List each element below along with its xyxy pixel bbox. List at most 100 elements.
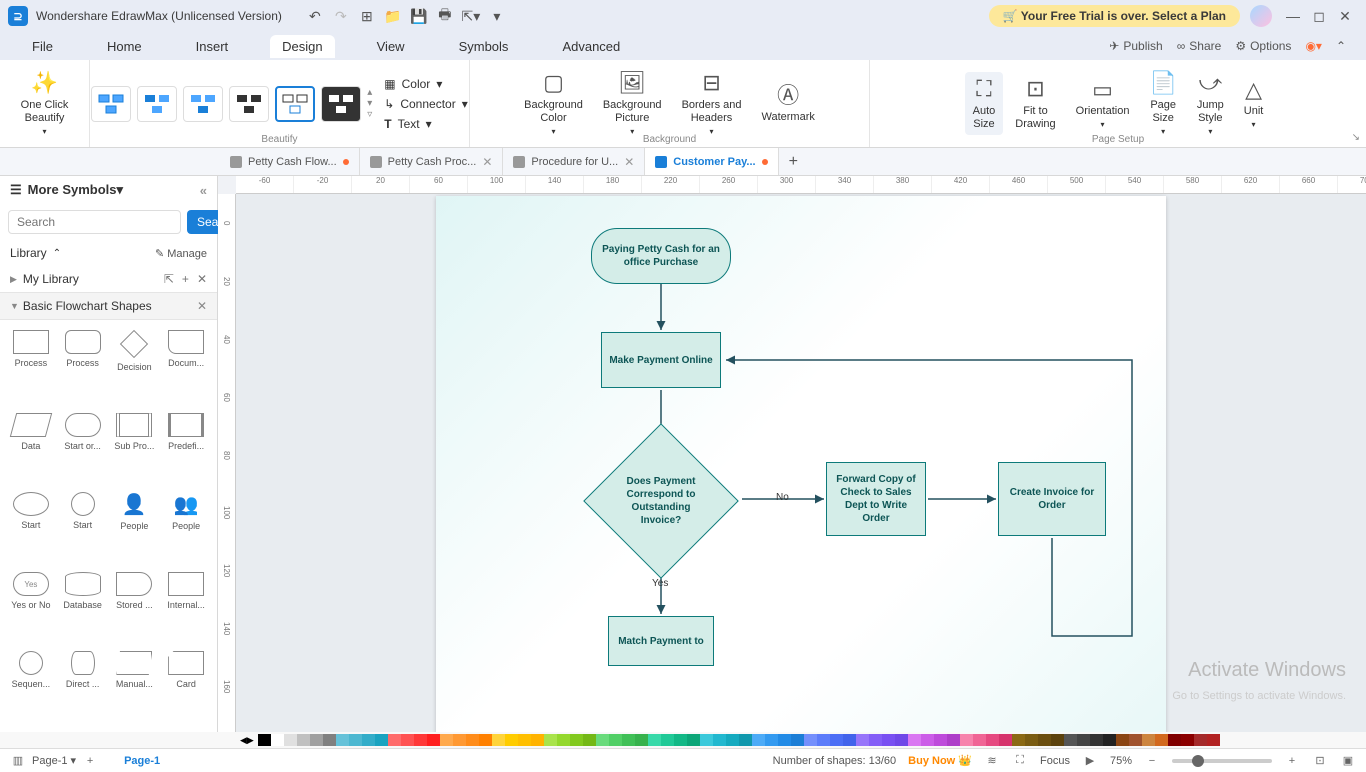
color-swatch[interactable] (674, 734, 687, 746)
shape-rrect[interactable]: Process (58, 330, 108, 405)
color-swatch[interactable] (895, 734, 908, 746)
color-swatch[interactable] (999, 734, 1012, 746)
color-swatch[interactable] (856, 734, 869, 746)
search-input[interactable] (8, 210, 181, 234)
fit-to-drawing-button[interactable]: ⊡Fit to Drawing (1007, 72, 1063, 135)
flow-process-match[interactable]: Match Payment to (608, 616, 714, 666)
color-swatch[interactable] (882, 734, 895, 746)
active-page-name[interactable]: Page-1 (124, 755, 160, 767)
color-swatch[interactable] (544, 734, 557, 746)
unit-button[interactable]: △Unit▾ (1236, 73, 1272, 134)
color-swatch[interactable] (973, 734, 986, 746)
color-swatch[interactable] (661, 734, 674, 746)
color-swatch[interactable] (921, 734, 934, 746)
color-swatch[interactable] (869, 734, 882, 746)
collapse-ribbon-icon[interactable]: ⌃ (1336, 39, 1346, 53)
fit-page-icon[interactable]: ⊡ (1312, 753, 1328, 769)
color-swatch[interactable] (1090, 734, 1103, 746)
menu-file[interactable]: File (20, 35, 65, 58)
background-color-button[interactable]: ▢Background Color▾ (516, 66, 591, 140)
color-swatch[interactable] (830, 734, 843, 746)
color-swatch[interactable] (1194, 734, 1207, 746)
maximize-button[interactable]: ◻ (1306, 3, 1332, 29)
text-dropdown[interactable]: T Text ▾ (384, 117, 467, 131)
export-button[interactable]: ⇱▾ (458, 3, 484, 29)
color-swatch[interactable] (427, 734, 440, 746)
shape-doc[interactable]: Docum... (161, 330, 211, 405)
add-page-button[interactable]: + (82, 753, 98, 769)
color-swatch[interactable] (765, 734, 778, 746)
color-swatch[interactable] (713, 734, 726, 746)
canvas[interactable]: Paying Petty Cash for an office Purchase… (236, 194, 1366, 732)
color-swatch[interactable] (414, 734, 427, 746)
color-swatch[interactable] (440, 734, 453, 746)
share-button[interactable]: ∞ Share (1177, 39, 1222, 53)
color-swatch[interactable] (388, 734, 401, 746)
tab-petty-cash-flow[interactable]: Petty Cash Flow... (220, 148, 360, 175)
add-lib-icon[interactable]: + (182, 272, 189, 286)
color-swatch[interactable] (349, 734, 362, 746)
fullscreen-icon[interactable]: ▣ (1340, 753, 1356, 769)
color-swatch[interactable] (1038, 734, 1051, 746)
print-button[interactable]: 🖶 (432, 3, 458, 29)
theme-scroll[interactable]: ▴▾▿ (367, 87, 372, 120)
auto-size-button[interactable]: ⛶Auto Size (965, 72, 1004, 135)
color-swatch[interactable] (1129, 734, 1142, 746)
focus-label[interactable]: Focus (1040, 755, 1070, 767)
color-swatch[interactable] (1051, 734, 1064, 746)
color-swatch[interactable] (1142, 734, 1155, 746)
collapse-sidebar-icon[interactable]: « (200, 183, 207, 198)
library-collapse-icon[interactable]: ⌃ (53, 248, 61, 259)
color-swatch[interactable] (1064, 734, 1077, 746)
redo-button[interactable]: ↷ (328, 3, 354, 29)
flow-terminator-start[interactable]: Paying Petty Cash for an office Purchase (591, 228, 731, 284)
color-swatch[interactable] (583, 734, 596, 746)
manage-button[interactable]: ✎ Manage (155, 247, 207, 260)
color-swatch[interactable] (700, 734, 713, 746)
color-swatch[interactable] (1168, 734, 1181, 746)
options-button[interactable]: ⚙ Options (1235, 39, 1291, 53)
shape-card[interactable]: Card (161, 651, 211, 722)
color-swatch[interactable] (570, 734, 583, 746)
layers-icon[interactable]: ≋ (984, 753, 1000, 769)
color-swatch[interactable] (609, 734, 622, 746)
color-swatch[interactable] (1012, 734, 1025, 746)
menu-advanced[interactable]: Advanced (550, 35, 632, 58)
color-swatch[interactable] (1025, 734, 1038, 746)
color-swatch[interactable] (362, 734, 375, 746)
more-button[interactable]: ▾ (484, 3, 510, 29)
color-swatch[interactable] (531, 734, 544, 746)
zoom-out-button[interactable]: − (1144, 753, 1160, 769)
shape-subp[interactable]: Sub Pro... (110, 413, 160, 484)
trial-banner[interactable]: 🛒 Your Free Trial is over. Select a Plan (989, 5, 1240, 27)
menu-symbols[interactable]: Symbols (447, 35, 521, 58)
shape-diamond[interactable]: Decision (110, 330, 160, 405)
tab-customer-pay[interactable]: Customer Pay... (645, 148, 778, 175)
menu-view[interactable]: View (365, 35, 417, 58)
buy-now-button[interactable]: Buy Now 👑 (908, 754, 972, 767)
shape-rect[interactable]: Process (6, 330, 56, 405)
expand-icon[interactable]: ▶ (10, 274, 17, 285)
flow-process-payment[interactable]: Make Payment Online (601, 332, 721, 388)
import-lib-icon[interactable]: ⇱ (164, 272, 174, 286)
color-swatch[interactable] (1077, 734, 1090, 746)
page[interactable]: Paying Petty Cash for an office Purchase… (436, 196, 1166, 732)
color-swatch[interactable] (1116, 734, 1129, 746)
color-swatch[interactable] (297, 734, 310, 746)
color-swatch[interactable] (596, 734, 609, 746)
color-swatch[interactable] (466, 734, 479, 746)
minimize-button[interactable]: — (1280, 3, 1306, 29)
menu-design[interactable]: Design (270, 35, 334, 58)
color-swatch[interactable] (1207, 734, 1220, 746)
color-dropdown[interactable]: ▦ Color ▾ (384, 77, 467, 91)
color-swatch[interactable] (1103, 734, 1116, 746)
shape-para[interactable]: Data (6, 413, 56, 484)
color-swatch[interactable] (284, 734, 297, 746)
shape-predef[interactable]: Predefi... (161, 413, 211, 484)
avatar[interactable] (1250, 5, 1272, 27)
theme-3[interactable] (183, 86, 223, 122)
shape-trap[interactable]: Manual... (110, 651, 160, 722)
more-symbols-dropdown[interactable]: More Symbols▾ (28, 182, 123, 198)
background-picture-button[interactable]: 🖼Background Picture▾ (595, 66, 670, 140)
shape-circle[interactable]: Start (58, 492, 108, 564)
